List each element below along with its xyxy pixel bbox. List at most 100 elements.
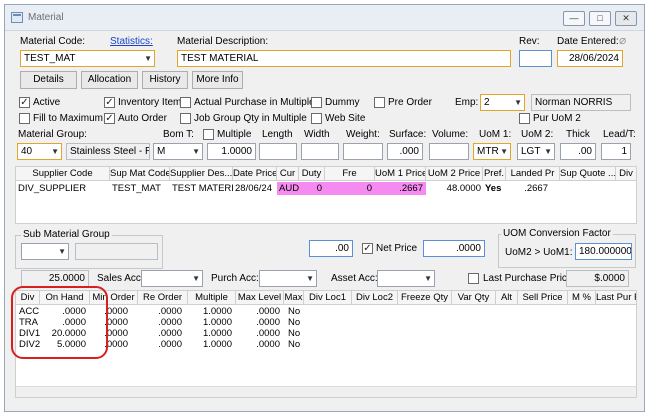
dummy-label: Dummy [325, 97, 360, 108]
net-price-checkbox[interactable]: ✓ [362, 243, 373, 254]
fill-to-maximum-checkbox[interactable] [19, 113, 30, 124]
net-amount-field[interactable]: .00 [309, 240, 353, 257]
description-field[interactable]: TEST MATERIAL [177, 50, 511, 67]
web-site-label: Web Site [325, 113, 366, 124]
col-div-loc1[interactable]: Div Loc1 [304, 291, 352, 304]
sub-group-select[interactable]: ▼ [21, 243, 69, 260]
date-entered-value: 28/06/2024 [568, 53, 619, 64]
col-fre[interactable]: Fre [325, 167, 375, 180]
rev-field[interactable] [519, 50, 552, 67]
pur-uom2-checkbox[interactable] [519, 113, 530, 124]
chevron-down-icon: ▼ [514, 98, 522, 107]
web-site-checkbox[interactable] [311, 113, 322, 124]
col-alt[interactable]: Alt [496, 291, 518, 304]
col-freeze-qty[interactable]: Freeze Qty [398, 291, 452, 304]
col-duty[interactable]: Duty [299, 167, 325, 180]
more-info-button[interactable]: More Info [192, 71, 243, 89]
close-button[interactable]: ✕ [615, 11, 637, 26]
max-cell: No [288, 328, 301, 339]
uom2-select[interactable]: LGT ▼ [517, 143, 555, 160]
col-landed-pr[interactable]: Landed Pr [506, 167, 560, 180]
net-price-field[interactable]: .0000 [423, 240, 485, 257]
col-re-order[interactable]: Re Order [138, 291, 188, 304]
weight-field[interactable] [343, 143, 383, 160]
uom1-value: MTR [477, 146, 499, 157]
col-div-loc2[interactable]: Div Loc2 [352, 291, 398, 304]
width-label: Width [304, 129, 330, 140]
minimize-button[interactable]: — [563, 11, 585, 26]
dummy-checkbox[interactable] [311, 97, 322, 108]
col-div[interactable]: Div [616, 167, 636, 180]
lead-field[interactable]: 1 [601, 143, 631, 160]
width-field[interactable] [301, 143, 339, 160]
col-multiple[interactable]: Multiple [188, 291, 236, 304]
bom-t-select[interactable]: M ▼ [153, 143, 203, 160]
max-level-cell: .0000 [256, 317, 280, 328]
paperclip-icon[interactable]: ⌀ [619, 33, 626, 47]
col-max[interactable]: Max [284, 291, 304, 304]
last-purchase-checkbox[interactable] [468, 273, 479, 284]
col-uom1-price[interactable]: UoM 1 Price [375, 167, 426, 180]
thick-field[interactable]: .00 [560, 143, 596, 160]
sales-acc-select[interactable]: ▼ [141, 270, 203, 287]
date-entered-field[interactable]: 28/06/2024 [557, 50, 623, 67]
col-max-level[interactable]: Max Level [236, 291, 284, 304]
supplier-code-cell: DIV_SUPPLIER [18, 183, 87, 194]
asset-acc-select[interactable]: ▼ [377, 270, 435, 287]
fill-to-maximum-label: Fill to Maximum [33, 113, 104, 124]
multiple-checkbox[interactable] [203, 129, 214, 140]
uom-conversion-field[interactable]: 180.000000 [575, 243, 632, 260]
chevron-down-icon: ▼ [544, 147, 552, 156]
col-sell-price[interactable]: Sell Price [518, 291, 568, 304]
check-icon: ✓ [105, 113, 114, 124]
material-code-value: TEST_MAT [24, 53, 76, 64]
table-row[interactable]: DIV1 20.0000 .0000 .0000 1.0000 .0000 No [16, 328, 636, 339]
auto-order-label: Auto Order [118, 113, 167, 124]
history-button[interactable]: History [142, 71, 188, 89]
statistics-link[interactable]: Statistics: [110, 36, 153, 47]
col-supplier-desc[interactable]: Supplier Des... [170, 167, 233, 180]
surface-field[interactable]: .000 [387, 143, 423, 160]
volume-field[interactable] [429, 143, 469, 160]
auto-order-checkbox[interactable]: ✓ [104, 113, 115, 124]
fre-cell: 0 [325, 182, 375, 195]
col-sup-mat-code[interactable]: Sup Mat Code [110, 167, 170, 180]
active-checkbox[interactable]: ✓ [19, 97, 30, 108]
re-order-cell: .0000 [158, 328, 182, 339]
employee-code-select[interactable]: 2 ▼ [480, 94, 525, 111]
close-icon: ✕ [622, 13, 630, 23]
horizontal-scrollbar[interactable] [16, 386, 636, 397]
purch-acc-select[interactable]: ▼ [259, 270, 317, 287]
table-row[interactable]: DIV_SUPPLIER TEST_MAT TEST MATERIAL 28/0… [16, 182, 636, 195]
minimize-icon: — [569, 13, 579, 23]
col-uom2-price[interactable]: UoM 2 Price [426, 167, 483, 180]
inventory-item-checkbox[interactable]: ✓ [104, 97, 115, 108]
sales-acc-label: Sales Acc: [97, 273, 144, 284]
surface-label: Surface: [389, 129, 427, 140]
col-var-qty[interactable]: Var Qty [452, 291, 496, 304]
uom1-select[interactable]: MTR ▼ [473, 143, 511, 160]
maximize-button[interactable]: □ [589, 11, 611, 26]
uom-conversion-label: UoM2 > UoM1: [505, 247, 573, 258]
pur-uom2-label: Pur UoM 2 [533, 113, 581, 124]
col-sup-quote[interactable]: Sup Quote ... [560, 167, 616, 180]
allocation-button[interactable]: Allocation [81, 71, 138, 89]
material-group-select[interactable]: 40 ▼ [17, 143, 62, 160]
table-row[interactable]: DIV2 5.0000 .0000 .0000 1.0000 .0000 No [16, 339, 636, 350]
actual-purchase-multiple-checkbox[interactable] [180, 97, 191, 108]
chevron-down-icon: ▼ [58, 247, 66, 256]
material-code-field[interactable]: TEST_MAT ▼ [20, 50, 155, 67]
col-supplier-code[interactable]: Supplier Code [16, 167, 110, 180]
col-m-percent[interactable]: M % [568, 291, 596, 304]
col-cur[interactable]: Cur [277, 167, 299, 180]
col-date-price[interactable]: Date Price [233, 167, 277, 180]
table-row[interactable]: TRA .0000 .0000 .0000 1.0000 .0000 No [16, 317, 636, 328]
job-group-qty-multiple-checkbox[interactable] [180, 113, 191, 124]
pre-order-checkbox[interactable] [374, 97, 385, 108]
table-row[interactable]: ACC .0000 .0000 .0000 1.0000 .0000 No [16, 306, 636, 317]
multiple-field[interactable]: 1.0000 [207, 143, 256, 160]
details-button[interactable]: Details [20, 71, 77, 89]
col-last-pur[interactable]: Last Pur F [596, 291, 636, 304]
col-pref[interactable]: Pref. [483, 167, 506, 180]
length-field[interactable] [259, 143, 297, 160]
